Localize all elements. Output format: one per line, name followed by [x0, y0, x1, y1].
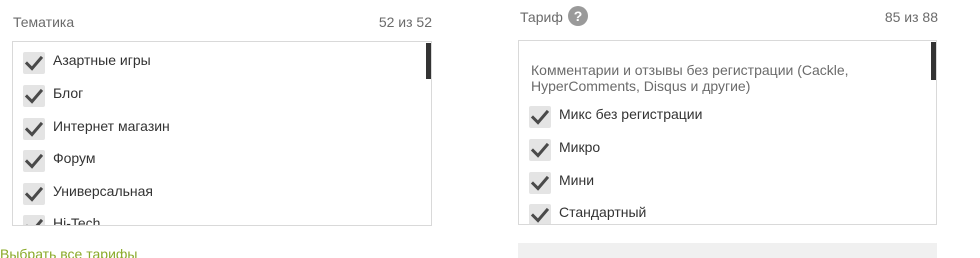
- tariff-header: Тариф ? 85 из 88: [518, 0, 938, 40]
- tariff-title: Тариф: [520, 9, 563, 25]
- checkbox-checked[interactable]: [23, 150, 45, 172]
- checkmark-icon: [24, 153, 44, 169]
- themes-list[interactable]: Азартные игры Блог Интернет магазин Фору…: [12, 41, 432, 226]
- checkbox-checked[interactable]: [23, 118, 45, 140]
- tariff-item-label: Мини: [559, 172, 595, 188]
- tariff-item-label: Микс без регистрации: [559, 106, 703, 122]
- tariff-item-label: Микро: [559, 139, 601, 155]
- theme-item-label: Интернет магазин: [53, 118, 170, 134]
- themes-count: 52 из 52: [378, 14, 432, 30]
- tariff-item-mix[interactable]: Микс без регистрации: [529, 104, 909, 128]
- checkbox-checked[interactable]: [529, 106, 551, 128]
- tariff-item-label: Стандартный: [559, 204, 647, 220]
- question-icon[interactable]: ?: [568, 6, 588, 26]
- checkmark-icon: [24, 55, 44, 71]
- theme-item-online-shop[interactable]: Интернет магазин: [23, 116, 403, 140]
- checkbox-checked[interactable]: [23, 52, 45, 74]
- checkbox-checked[interactable]: [529, 139, 551, 161]
- themes-panel: Тематика 52 из 52 Азартные игры Блог Инт…: [0, 0, 432, 226]
- tariff-item-micro[interactable]: Микро: [529, 137, 909, 161]
- themes-header: Тематика 52 из 52: [0, 0, 432, 40]
- tariff-item-standard[interactable]: Стандартный: [529, 202, 909, 224]
- checkmark-icon: [530, 109, 550, 125]
- bottom-panel: [518, 243, 937, 258]
- theme-item-label: Азартные игры: [53, 52, 151, 68]
- checkmark-icon: [26, 218, 44, 225]
- select-all-tariffs-link[interactable]: Выбрать все тарифы: [0, 246, 137, 258]
- tariff-panel: Тариф ? 85 из 88 Комментарии и отзывы бе…: [518, 0, 938, 225]
- checkbox-checked[interactable]: [529, 204, 551, 224]
- theme-item-universal[interactable]: Универсальная: [23, 181, 403, 205]
- checkbox-checked[interactable]: [529, 172, 551, 194]
- theme-item-label: Форум: [53, 150, 96, 166]
- theme-item-label: Блог: [53, 85, 84, 101]
- tariff-item-mini[interactable]: Мини: [529, 170, 909, 194]
- filter-page: Тематика 52 из 52 Азартные игры Блог Инт…: [0, 0, 980, 258]
- checkmark-icon: [530, 142, 550, 158]
- tariff-scrollbar-thumb[interactable]: [931, 42, 936, 80]
- themes-title: Тематика: [13, 14, 75, 30]
- theme-item-label: Hi-Tech: [53, 215, 101, 226]
- theme-item-gambling[interactable]: Азартные игры: [23, 50, 403, 74]
- theme-item-hitech[interactable]: Hi-Tech: [23, 213, 403, 226]
- theme-item-blog[interactable]: Блог: [23, 83, 403, 107]
- checkmark-icon: [530, 207, 550, 223]
- tariff-group-heading: Комментарии и отзывы без регистрации (Ca…: [531, 62, 849, 94]
- checkmark-icon: [530, 175, 550, 191]
- theme-item-label: Универсальная: [53, 183, 154, 199]
- checkmark-icon: [24, 121, 44, 137]
- tariff-count: 85 из 88: [884, 9, 938, 25]
- themes-scrollbar-thumb[interactable]: [426, 43, 431, 79]
- theme-item-forum[interactable]: Форум: [23, 148, 403, 172]
- checkmark-icon: [24, 186, 44, 202]
- checkmark-icon: [24, 88, 44, 104]
- checkbox-checked[interactable]: [23, 215, 45, 225]
- checkbox-checked[interactable]: [23, 85, 45, 107]
- checkbox-checked[interactable]: [23, 183, 45, 205]
- tariff-list[interactable]: Комментарии и отзывы без регистрации (Ca…: [518, 40, 937, 225]
